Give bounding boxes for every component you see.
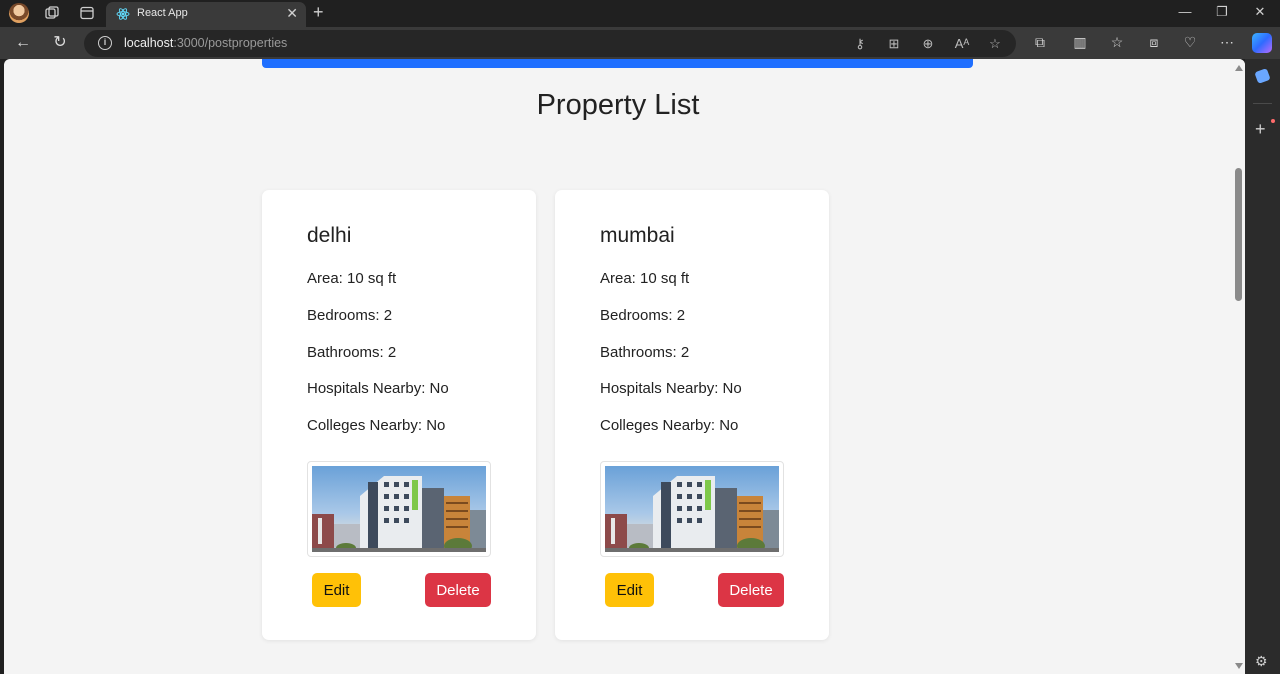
tab-actions-icon[interactable] [79,5,95,21]
app-available-icon[interactable]: ⊞ [886,36,902,52]
page-viewport: Property List delhi Area: 10 sq ft Bedro… [4,59,1245,674]
tab-title: React App [137,7,188,19]
page-title: Property List [536,89,700,121]
favorites-icon[interactable]: ☆ [1108,34,1126,51]
edge-sidebar: + ⚙ [1245,59,1280,674]
scroll-down-icon[interactable] [1235,663,1243,669]
key-icon[interactable]: ⚷ [852,36,868,52]
minimize-icon[interactable]: — [1175,4,1195,19]
property-hospitals: Hospitals Nearby: No [307,380,449,397]
property-bedrooms: Bedrooms: 2 [307,307,393,324]
property-name: mumbai [600,224,675,247]
extensions-icon[interactable]: ⧉ [1031,34,1049,51]
workspaces-icon[interactable] [44,5,60,21]
back-icon[interactable]: ← [13,33,33,53]
property-bathrooms: Bathrooms: 2 [600,344,690,361]
property-bathrooms: Bathrooms: 2 [307,344,397,361]
copilot-icon[interactable] [1252,33,1272,53]
delete-button[interactable]: Delete [425,573,491,607]
split-screen-icon[interactable]: ▥ [1071,34,1089,51]
browser-tab-bar: React App ✕ + — ❐ ✕ [0,0,1280,27]
sidebar-settings-icon[interactable]: ⚙ [1255,653,1268,670]
zoom-icon[interactable]: ⊕ [920,36,936,52]
profile-avatar[interactable] [9,3,29,23]
site-info-icon[interactable]: i [98,36,112,50]
read-aloud-icon[interactable]: Aᴬ [954,36,970,51]
header-accent-bar [262,59,973,68]
sidebar-divider [1253,103,1272,104]
address-bar[interactable]: i localhost:3000/postproperties ⚷ ⊞ ⊕ Aᴬ… [84,30,1016,57]
shopping-tag-icon[interactable] [1254,68,1271,84]
tab-react-app[interactable]: React App ✕ [106,2,306,27]
edit-button[interactable]: Edit [605,573,654,607]
new-tab-icon[interactable]: + [313,3,324,21]
url-text[interactable]: localhost:3000/postproperties [124,36,287,50]
notification-dot [1271,119,1275,123]
scroll-up-icon[interactable] [1235,65,1243,71]
more-options-icon[interactable]: ⋯ [1218,34,1236,51]
browser-essentials-icon[interactable]: ♡ [1181,34,1199,51]
page-scrollbar[interactable] [1232,59,1245,674]
property-colleges: Colleges Nearby: No [307,417,446,434]
property-image [307,461,491,557]
react-icon [116,7,130,21]
property-card: mumbai Area: 10 sq ft Bedrooms: 2 Bathro… [555,190,829,640]
property-card: delhi Area: 10 sq ft Bedrooms: 2 Bathroo… [262,190,536,640]
delete-button[interactable]: Delete [718,573,784,607]
restore-icon[interactable]: ❐ [1212,4,1232,20]
property-area: Area: 10 sq ft [307,270,397,287]
property-image [600,461,784,557]
property-bedrooms: Bedrooms: 2 [600,307,686,324]
property-name: delhi [307,224,352,247]
property-hospitals: Hospitals Nearby: No [600,380,742,397]
close-window-icon[interactable]: ✕ [1250,4,1270,20]
collections-icon[interactable]: ⧈ [1145,34,1163,51]
add-sidebar-app-icon[interactable]: + [1255,119,1266,140]
scroll-thumb[interactable] [1235,168,1242,301]
close-tab-icon[interactable]: ✕ [286,5,298,22]
favorite-star-icon[interactable]: ☆ [987,36,1003,52]
refresh-icon[interactable]: ↻ [50,33,70,53]
property-colleges: Colleges Nearby: No [600,417,739,434]
property-area: Area: 10 sq ft [600,270,690,287]
edit-button[interactable]: Edit [312,573,361,607]
browser-toolbar: ← ↻ i localhost:3000/postproperties ⚷ ⊞ … [0,27,1280,59]
